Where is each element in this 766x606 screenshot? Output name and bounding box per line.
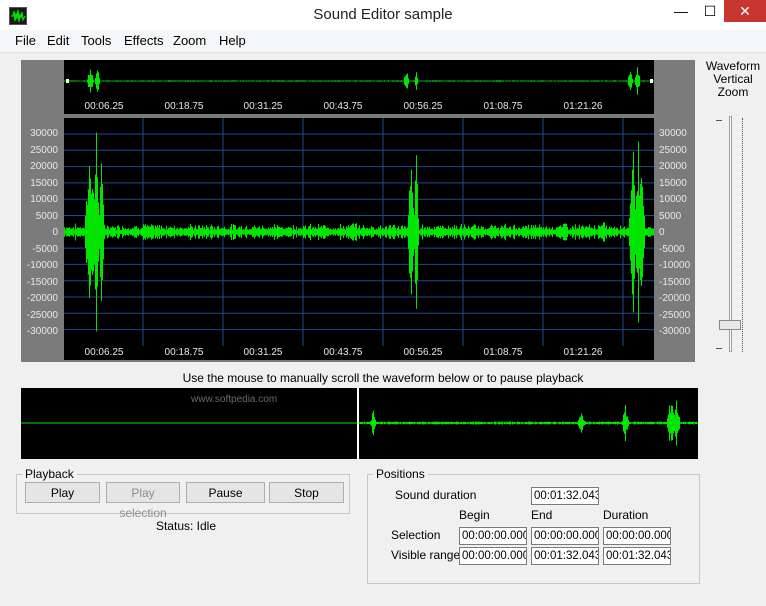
main-time-label: 00:31.25	[243, 347, 283, 358]
amplitude-label-right: 10000	[659, 194, 687, 205]
amplitude-label-right: -25000	[659, 310, 691, 321]
main-waveform-svg	[64, 118, 654, 346]
amplitude-label-left: -20000	[26, 293, 58, 304]
stop-button[interactable]: Stop	[269, 482, 344, 503]
selection-duration-field[interactable]: 00:00:00.000	[603, 527, 671, 545]
visible-begin-field[interactable]: 00:00:00.000	[459, 547, 527, 565]
duration-column-header: Duration	[603, 508, 649, 522]
selection-label: Selection	[391, 528, 441, 542]
range-marker[interactable]	[66, 79, 69, 83]
maximize-icon: ☐	[703, 3, 717, 19]
playback-title: Playback	[22, 467, 77, 481]
amplitude-label-right: 20000	[659, 161, 687, 172]
amplitude-label-right: -20000	[659, 293, 691, 304]
overview-waveform[interactable]	[64, 60, 654, 100]
main-time-label: 00:56.25	[403, 347, 443, 358]
sound-duration-field: 00:01:32.043	[531, 487, 599, 505]
zoom-slider-track[interactable]	[729, 116, 732, 352]
window-title: Sound Editor sample	[313, 6, 453, 23]
main-waveform[interactable]	[64, 118, 654, 346]
menu-tools[interactable]: Tools	[81, 33, 111, 48]
amplitude-label-left: -15000	[26, 277, 58, 288]
menu-zoom[interactable]: Zoom	[173, 33, 206, 48]
selection-begin-field[interactable]: 00:00:00.000	[459, 527, 527, 545]
maximize-button[interactable]: ☐	[696, 0, 724, 22]
scroll-waveform[interactable]	[21, 388, 698, 459]
main-time-label: 00:06.25	[84, 347, 124, 358]
main-time-label: 01:08.75	[483, 347, 523, 358]
menu-help[interactable]: Help	[219, 33, 246, 48]
amplitude-label-left: 15000	[30, 178, 58, 189]
minimize-button[interactable]: —	[666, 0, 696, 22]
overview-time-label: 01:08.75	[483, 101, 523, 112]
positions-title: Positions	[373, 467, 428, 481]
zoom-label-line: Zoom	[717, 85, 749, 99]
amplitude-label-left: -25000	[26, 310, 58, 321]
amplitude-label-right: 30000	[659, 128, 687, 139]
amplitude-label-right: 0	[659, 227, 665, 238]
pause-button[interactable]: Pause	[186, 482, 265, 503]
zoom-panel-label: Waveform Vertical Zoom	[700, 60, 766, 99]
status-text: Status: Idle	[155, 519, 217, 533]
amplitude-label-left: -30000	[26, 326, 58, 337]
main-time-label: 00:18.75	[164, 347, 204, 358]
menu-edit[interactable]: Edit	[47, 33, 69, 48]
amplitude-label-left: 25000	[30, 145, 58, 156]
selection-end-field[interactable]: 00:00:00.000	[531, 527, 599, 545]
amplitude-label-right: -30000	[659, 326, 691, 337]
amplitude-label-left: 5000	[35, 211, 58, 222]
visible-end-field[interactable]: 00:01:32.043	[531, 547, 599, 565]
overview-waveform-svg	[64, 67, 654, 95]
begin-column-header: Begin	[459, 508, 490, 522]
overview-time-label: 00:43.75	[323, 101, 363, 112]
amplitude-label-left: -5000	[32, 244, 58, 255]
close-icon: ✕	[739, 3, 751, 19]
minimize-icon: —	[674, 3, 688, 19]
amplitude-label-left: 20000	[30, 161, 58, 172]
amplitude-label-right: -10000	[659, 260, 691, 271]
overview-time-label: 00:56.25	[403, 101, 443, 112]
scroll-waveform-svg	[21, 388, 698, 459]
visible-range-label: Visible range	[391, 548, 461, 562]
visible-duration-field[interactable]: 00:01:32.043	[603, 547, 671, 565]
overview-time-label: 00:31.25	[243, 101, 283, 112]
amplitude-label-left: 10000	[30, 194, 58, 205]
amplitude-label-right: -5000	[659, 244, 685, 255]
overview-time-label: 00:06.25	[84, 101, 124, 112]
amplitude-label-left: 30000	[30, 128, 58, 139]
play-button[interactable]: Play	[25, 482, 100, 503]
zoom-slider-ticks	[742, 118, 744, 352]
menu-file[interactable]: File	[15, 33, 36, 48]
main-time-label: 00:43.75	[323, 347, 363, 358]
sound-duration-label: Sound duration	[395, 488, 477, 502]
close-button[interactable]: ✕	[724, 0, 766, 22]
end-column-header: End	[531, 508, 553, 522]
watermark: www.softpedia.com	[191, 394, 278, 405]
range-marker[interactable]	[650, 79, 653, 83]
menu-bar	[0, 30, 766, 53]
overview-time-label: 00:18.75	[164, 101, 204, 112]
zoom-slider-tick	[716, 348, 722, 349]
main-time-label: 01:21.26	[563, 347, 603, 358]
overview-time-label: 01:21.26	[563, 101, 603, 112]
scroll-hint: Use the mouse to manually scroll the wav…	[182, 371, 584, 385]
amplitude-label-right: -15000	[659, 277, 691, 288]
amplitude-label-right: 15000	[659, 178, 687, 189]
amplitude-label-left: 0	[52, 227, 58, 238]
menu-effects[interactable]: Effects	[124, 33, 164, 48]
amplitude-label-right: 5000	[659, 211, 682, 222]
amplitude-label-right: 25000	[659, 145, 687, 156]
play-selection-button[interactable]: Play selection	[106, 482, 180, 520]
zoom-slider-thumb[interactable]	[719, 320, 741, 330]
zoom-slider-tick	[716, 120, 722, 121]
amplitude-label-left: -10000	[26, 260, 58, 271]
